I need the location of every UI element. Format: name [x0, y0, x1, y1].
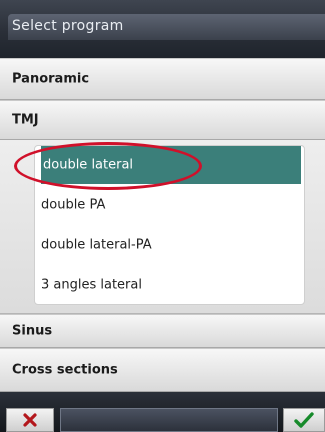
category-sinus[interactable]: Sinus [0, 314, 325, 348]
category-label: Sinus [12, 323, 53, 339]
page-title: Select program [12, 18, 124, 34]
header: Select program [0, 0, 325, 58]
program-name-field [60, 408, 278, 432]
category-panoramic[interactable]: Panoramic [0, 58, 325, 100]
list-item-label: double PA [41, 197, 106, 213]
program-selection-screen: Select program Panoramic TMJ double late… [0, 0, 325, 432]
selection-highlight-oval [14, 142, 202, 190]
category-label: Cross sections [12, 362, 118, 378]
category-label: TMJ [12, 112, 39, 128]
list-item-label: double lateral-PA [41, 237, 152, 253]
list-item-double-pa[interactable]: double PA [41, 186, 301, 224]
list-item-double-lateral-pa[interactable]: double lateral-PA [41, 226, 301, 264]
category-cross-sections[interactable]: Cross sections [0, 348, 325, 392]
cancel-button[interactable] [6, 408, 54, 432]
category-label: Panoramic [12, 71, 90, 87]
confirm-button[interactable] [283, 408, 325, 432]
category-tmj[interactable]: TMJ [0, 100, 325, 140]
checkmark-icon [294, 412, 314, 428]
list-item-label: 3 angles lateral [41, 277, 142, 293]
list-item-3-angles-lateral[interactable]: 3 angles lateral [41, 266, 301, 304]
close-icon [23, 413, 37, 427]
